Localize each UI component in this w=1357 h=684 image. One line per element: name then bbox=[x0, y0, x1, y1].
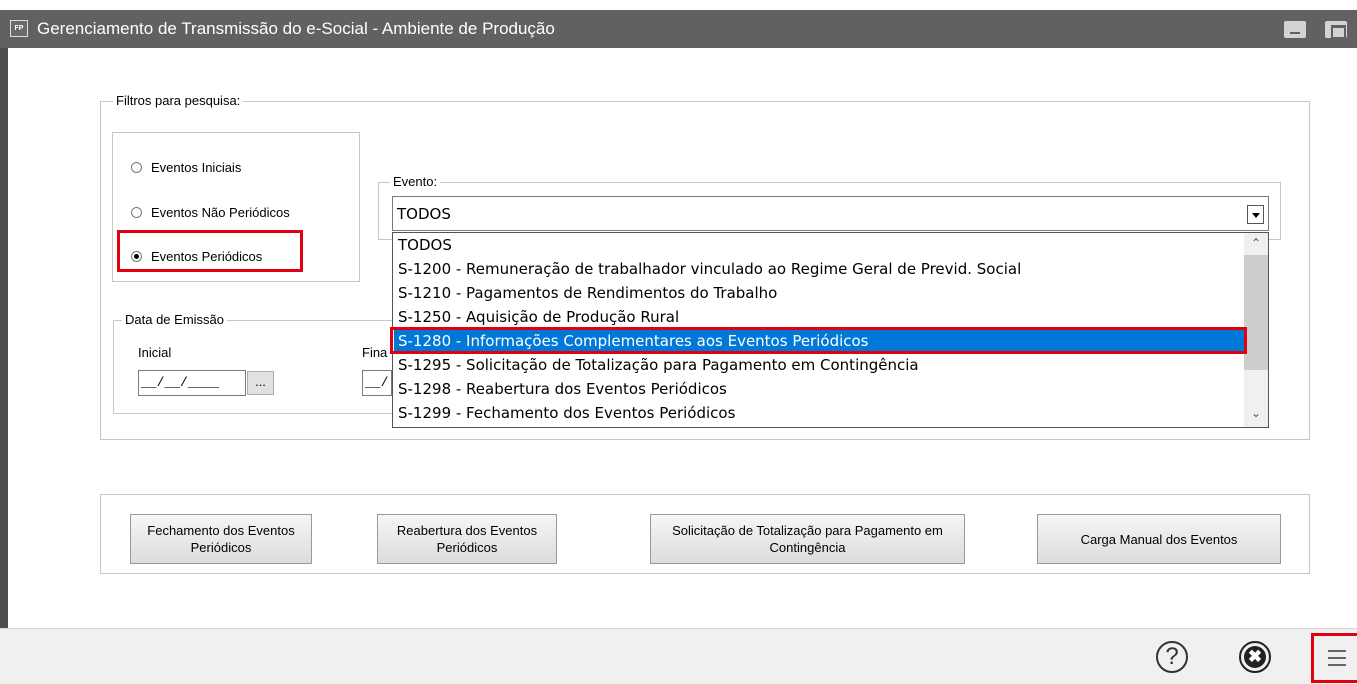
dropdown-option[interactable]: S-1299 - Fechamento dos Eventos Periódic… bbox=[394, 402, 1244, 424]
dropdown-option[interactable]: S-1250 - Aquisição de Produção Rural bbox=[394, 306, 1244, 328]
solicitacao-totalizacao-button[interactable]: Solicitação de Totalização para Pagament… bbox=[650, 514, 965, 564]
final-date-input[interactable]: __/ bbox=[362, 370, 392, 396]
radio-circle-icon bbox=[131, 207, 142, 218]
app-icon: FP bbox=[10, 20, 28, 37]
inicial-date-picker-button[interactable]: ... bbox=[247, 371, 274, 395]
highlight-s1280-option bbox=[390, 327, 1247, 354]
minimize-button[interactable] bbox=[1284, 21, 1306, 38]
dropdown-option[interactable]: TODOS bbox=[394, 234, 1244, 256]
evento-select[interactable]: TODOS bbox=[392, 196, 1269, 231]
dropdown-option[interactable]: S-1200 - Remuneração de trabalhador vinc… bbox=[394, 258, 1244, 280]
inicial-date-input[interactable]: __/__/____ bbox=[138, 370, 246, 396]
dropdown-option[interactable]: S-1298 - Reabertura dos Eventos Periódic… bbox=[394, 378, 1244, 400]
evento-legend: Evento: bbox=[390, 174, 441, 189]
chevron-down-icon[interactable] bbox=[1247, 205, 1264, 224]
window-title: Gerenciamento de Transmissão do e-Social… bbox=[37, 19, 555, 38]
carga-manual-eventos-button[interactable]: Carga Manual dos Eventos bbox=[1037, 514, 1281, 564]
inicial-label: Inicial bbox=[138, 345, 172, 360]
maximize-button[interactable] bbox=[1325, 21, 1347, 39]
chevron-down-icon[interactable]: ⌄ bbox=[1244, 403, 1268, 423]
reabertura-eventos-button[interactable]: Reabertura dos Eventos Periódicos bbox=[377, 514, 557, 564]
radio-label: Eventos Iniciais bbox=[151, 160, 242, 175]
title-bar: FP Gerenciamento de Transmissão do e-Soc… bbox=[0, 10, 1357, 48]
data-emissao-groupbox bbox=[113, 320, 393, 414]
footer-bar: ? ✖ bbox=[0, 628, 1357, 684]
close-x-glyph: ✖ bbox=[1247, 647, 1263, 666]
data-emissao-legend: Data de Emissão bbox=[122, 312, 227, 327]
radio-label: Eventos Não Periódicos bbox=[151, 205, 290, 220]
radio-eventos-nao-periodicos[interactable]: Eventos Não Periódicos bbox=[131, 205, 290, 220]
scrollbar-thumb[interactable] bbox=[1244, 255, 1268, 370]
chevron-up-icon[interactable]: ⌃ bbox=[1244, 233, 1268, 253]
close-icon[interactable]: ✖ bbox=[1239, 641, 1271, 673]
window-left-edge bbox=[0, 48, 8, 628]
highlight-menu-button bbox=[1311, 633, 1357, 683]
menu-icon[interactable] bbox=[1328, 650, 1346, 666]
fechamento-eventos-button[interactable]: Fechamento dos Eventos Periódicos bbox=[130, 514, 312, 564]
dropdown-option[interactable]: S-1210 - Pagamentos de Rendimentos do Tr… bbox=[394, 282, 1244, 304]
final-label: Fina bbox=[362, 345, 388, 360]
filters-legend: Filtros para pesquisa: bbox=[113, 93, 244, 108]
highlight-eventos-periodicos bbox=[117, 230, 303, 272]
dropdown-option[interactable]: S-1295 - Solicitação de Totalização para… bbox=[394, 354, 1244, 376]
dropdown-scrollbar[interactable]: ⌃ ⌄ bbox=[1244, 233, 1268, 427]
main-window: FP Gerenciamento de Transmissão do e-Soc… bbox=[0, 0, 1357, 684]
evento-select-value: TODOS bbox=[397, 205, 451, 223]
radio-eventos-iniciais[interactable]: Eventos Iniciais bbox=[131, 160, 241, 175]
help-icon[interactable]: ? bbox=[1156, 641, 1188, 673]
radio-circle-icon bbox=[131, 162, 142, 173]
